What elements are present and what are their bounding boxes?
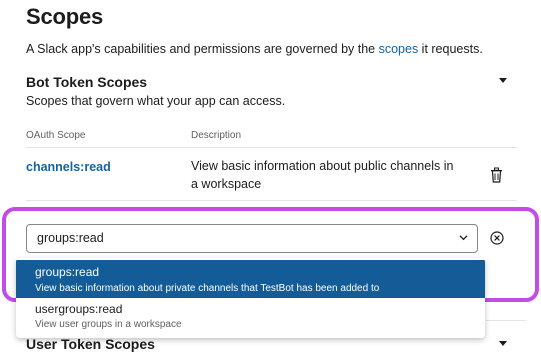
scope-dropdown: groups:read View basic information about… xyxy=(16,258,485,338)
table-divider xyxy=(486,320,526,321)
column-header-description: Description xyxy=(191,130,242,141)
option-description: View user groups in a workspace xyxy=(35,319,182,330)
intro-suffix: it requests. xyxy=(418,42,483,56)
column-header-scope: OAuth Scope xyxy=(26,130,86,141)
scope-description: View basic information about public chan… xyxy=(191,159,454,191)
intro-prefix: A Slack app's capabilities and permissio… xyxy=(26,42,379,56)
bot-token-scopes-title: Bot Token Scopes xyxy=(26,74,148,90)
table-divider xyxy=(26,147,517,148)
dropdown-option[interactable]: groups:read View basic information about… xyxy=(16,260,485,298)
option-name: groups:read xyxy=(35,265,100,279)
intro-text: A Slack app's capabilities and permissio… xyxy=(26,42,483,56)
table-divider xyxy=(26,200,517,201)
page-title: Scopes xyxy=(26,4,104,29)
scope-select[interactable]: groups:read xyxy=(26,224,478,253)
scope-select-value[interactable]: groups:read xyxy=(37,231,104,245)
dropdown-option[interactable]: usergroups:read View user groups in a wo… xyxy=(16,300,485,336)
caret-down-icon[interactable] xyxy=(499,78,507,83)
caret-down-icon[interactable] xyxy=(499,341,507,346)
circle-x-icon[interactable] xyxy=(490,231,504,245)
bot-token-scopes-subtitle: Scopes that govern what your app can acc… xyxy=(26,94,286,108)
chevron-down-icon[interactable] xyxy=(459,233,468,242)
user-token-scopes-title: User Token Scopes xyxy=(26,336,155,352)
scope-name[interactable]: channels:read xyxy=(26,160,111,174)
option-description: View basic information about private cha… xyxy=(35,283,380,294)
scopes-link[interactable]: scopes xyxy=(379,42,419,56)
option-name: usergroups:read xyxy=(35,302,123,316)
trash-icon[interactable] xyxy=(490,167,503,183)
